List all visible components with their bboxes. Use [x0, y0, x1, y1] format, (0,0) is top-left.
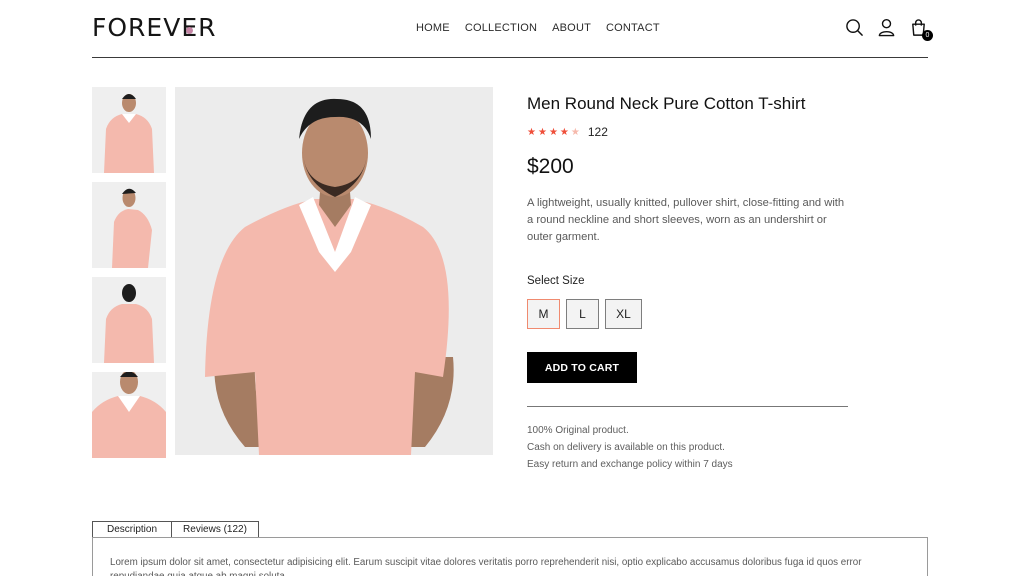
tab-reviews[interactable]: Reviews (122): [172, 521, 259, 538]
size-button-xl[interactable]: XL: [605, 299, 642, 329]
thumbnail-side[interactable]: [92, 182, 166, 268]
header-icons: 0: [845, 18, 933, 41]
site-logo[interactable]: FOREVER: [92, 13, 217, 42]
policy-item: Easy return and exchange policy within 7…: [527, 459, 733, 470]
policy-item: 100% Original product.: [527, 425, 629, 436]
policy-item: Cash on delivery is available on this pr…: [527, 442, 725, 453]
star-icon: ★: [537, 126, 547, 138]
product-description: A lightweight, usually knitted, pullover…: [527, 197, 845, 243]
nav-collection[interactable]: COLLECTION: [465, 22, 537, 34]
cart-count-badge: 0: [922, 30, 933, 41]
divider: [527, 406, 848, 407]
review-count: 122: [587, 125, 608, 139]
product-main-image[interactable]: [175, 87, 493, 455]
thumbnail-closeup[interactable]: [92, 372, 166, 458]
star-empty-icon: ★: [570, 126, 580, 138]
nav-about[interactable]: ABOUT: [552, 22, 591, 34]
size-button-l[interactable]: L: [566, 299, 599, 329]
nav-home[interactable]: HOME: [416, 22, 450, 34]
main-nav: HOME COLLECTION ABOUT CONTACT: [416, 22, 660, 34]
user-icon[interactable]: [877, 18, 896, 37]
tab-description[interactable]: Description: [92, 521, 172, 538]
tab-panel-text: Lorem ipsum dolor sit amet, consectetur …: [110, 557, 862, 576]
policy-list: 100% Original product. Cash on delivery …: [527, 422, 848, 473]
site-header: FOREVER HOME COLLECTION ABOUT CONTACT 0: [92, 0, 933, 58]
add-to-cart-button[interactable]: ADD TO CART: [527, 352, 637, 383]
thumbnail-back[interactable]: [92, 277, 166, 363]
size-button-m[interactable]: M: [527, 299, 560, 329]
product-tabs: Description Reviews (122): [92, 521, 259, 538]
cart-icon[interactable]: 0: [909, 18, 933, 41]
logo-dot: [186, 27, 193, 34]
search-icon[interactable]: [845, 18, 864, 37]
product-price: $200: [527, 155, 574, 178]
star-icon: ★: [548, 126, 558, 138]
size-options: M L XL: [527, 299, 848, 329]
star-icon: ★: [527, 126, 536, 138]
product-info: Men Round Neck Pure Cotton T-shirt ★ ★ ★…: [527, 90, 848, 473]
thumbnail-list: [92, 87, 166, 467]
star-icon: ★: [559, 126, 569, 138]
product-rating: ★ ★ ★ ★ ★ 122: [527, 125, 848, 139]
nav-contact[interactable]: CONTACT: [606, 22, 660, 34]
size-label: Select Size: [527, 275, 585, 287]
thumbnail-front[interactable]: [92, 87, 166, 173]
tab-panel: Lorem ipsum dolor sit amet, consectetur …: [92, 537, 928, 576]
product-title: Men Round Neck Pure Cotton T-shirt: [527, 94, 806, 113]
